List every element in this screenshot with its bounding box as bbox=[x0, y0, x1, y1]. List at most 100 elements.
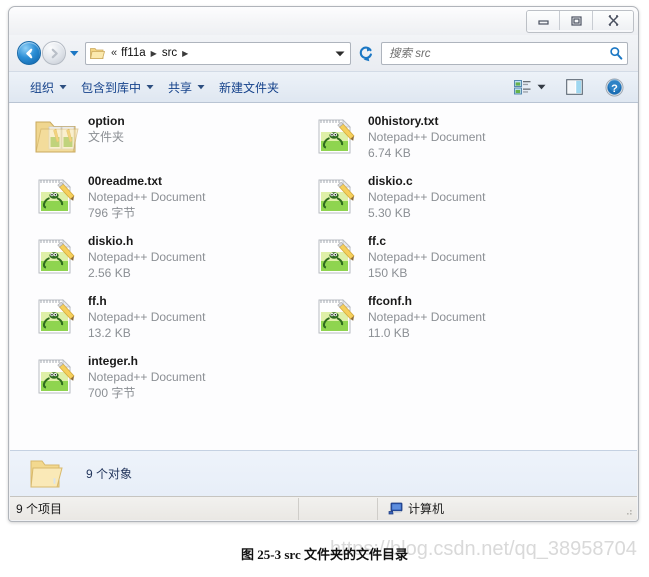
figure-caption: 图 25-3 src 文件夹的文件目录 bbox=[241, 547, 408, 562]
file-size: 2.56 KB bbox=[88, 266, 131, 280]
file-type: Notepad++ Document bbox=[368, 190, 486, 204]
view-options-button[interactable] bbox=[510, 78, 550, 97]
open-folder-icon bbox=[30, 460, 63, 487]
list-item[interactable]: ff.c Notepad++ Document 150 KB bbox=[312, 232, 577, 292]
forward-button[interactable] bbox=[42, 41, 66, 65]
list-item[interactable]: diskio.c Notepad++ Document 5.30 KB bbox=[312, 172, 577, 232]
computer-icon bbox=[388, 502, 403, 515]
list-item-meta: ffconf.h Notepad++ Document 11.0 KB bbox=[368, 292, 485, 341]
toolbar-item-organize-label: 组织 bbox=[30, 80, 55, 95]
preview-pane-icon bbox=[566, 79, 583, 95]
file-column-right: 00history.txt Notepad++ Document 6.74 KB bbox=[312, 112, 577, 352]
file-type: Notepad++ Document bbox=[88, 310, 206, 324]
notepadpp-file-icon bbox=[32, 232, 80, 280]
address-bar[interactable]: « ff11a ▶ src ▶ bbox=[85, 41, 351, 65]
breadcrumb-overflow-icon[interactable]: « bbox=[111, 47, 117, 59]
file-name: ff.c bbox=[368, 234, 386, 248]
list-item-meta: ff.h Notepad++ Document 13.2 KB bbox=[88, 292, 205, 341]
navigation-buttons bbox=[17, 41, 81, 65]
list-item-meta: ff.c Notepad++ Document 150 KB bbox=[368, 232, 485, 281]
file-size: 150 KB bbox=[368, 266, 408, 280]
breadcrumb-arrow-icon-1[interactable]: ▶ bbox=[182, 49, 188, 58]
resize-grip[interactable] bbox=[622, 505, 634, 517]
file-name: ffconf.h bbox=[368, 294, 412, 308]
breadcrumb-item-1[interactable]: src bbox=[162, 47, 177, 59]
address-folder-icon bbox=[90, 48, 106, 59]
svg-text:?: ? bbox=[611, 83, 618, 95]
explorer-window: « ff11a ▶ src ▶ 搜索 src 组织 包含到库中 共享 新建文件夹… bbox=[8, 6, 639, 522]
notepadpp-file-icon bbox=[312, 292, 360, 340]
toolbar-item-organize[interactable]: 组织 bbox=[23, 76, 74, 99]
file-type: Notepad++ Document bbox=[368, 310, 486, 324]
chevron-down-icon bbox=[146, 85, 154, 90]
list-item[interactable]: option 文件夹 bbox=[32, 112, 297, 172]
file-column-left: option 文件夹 00readme.txt Notepad++ Docume… bbox=[32, 112, 297, 412]
notepadpp-file-icon bbox=[312, 112, 360, 160]
notepadpp-file-icon bbox=[312, 232, 360, 280]
notepadpp-file-icon bbox=[32, 352, 80, 400]
minimize-button[interactable] bbox=[527, 11, 560, 30]
file-name: diskio.c bbox=[368, 174, 413, 188]
toolbar-item-new-folder[interactable]: 新建文件夹 bbox=[212, 76, 286, 99]
refresh-button[interactable] bbox=[354, 42, 376, 64]
file-size: 700 字节 bbox=[88, 386, 136, 400]
details-pane: 9 个对象 bbox=[10, 450, 637, 496]
file-list-area[interactable]: option 文件夹 00readme.txt Notepad++ Docume… bbox=[10, 103, 637, 450]
address-bar-row: « ff11a ▶ src ▶ 搜索 src bbox=[9, 35, 638, 71]
notepadpp-file-icon bbox=[32, 172, 80, 220]
search-icon[interactable] bbox=[609, 46, 623, 60]
toolbar-item-share[interactable]: 共享 bbox=[161, 76, 212, 99]
list-item[interactable]: ff.h Notepad++ Document 13.2 KB bbox=[32, 292, 297, 352]
notepadpp-file-icon bbox=[312, 172, 360, 220]
file-size: 5.30 KB bbox=[368, 206, 411, 220]
file-size: 6.74 KB bbox=[368, 146, 411, 160]
file-name: option bbox=[88, 114, 125, 128]
breadcrumb-item-0[interactable]: ff11a bbox=[121, 47, 146, 59]
list-item[interactable]: diskio.h Notepad++ Document 2.56 KB bbox=[32, 232, 297, 292]
recent-pages-button[interactable] bbox=[67, 42, 81, 64]
preview-pane-button[interactable] bbox=[562, 77, 587, 97]
breadcrumb-arrow-icon-0[interactable]: ▶ bbox=[151, 49, 157, 58]
file-size: 11.0 KB bbox=[368, 326, 410, 340]
status-location-label: 计算机 bbox=[408, 502, 445, 516]
search-input[interactable]: 搜索 src bbox=[389, 45, 609, 61]
status-divider bbox=[298, 497, 299, 520]
window-caption-buttons bbox=[526, 10, 634, 33]
list-item[interactable]: 00readme.txt Notepad++ Document 796 字节 bbox=[32, 172, 297, 232]
list-item[interactable]: integer.h Notepad++ Document 700 字节 bbox=[32, 352, 297, 412]
file-name: diskio.h bbox=[88, 234, 134, 248]
chevron-down-icon bbox=[537, 84, 546, 90]
toolbar-item-new-folder-label: 新建文件夹 bbox=[219, 80, 280, 95]
breadcrumb[interactable]: « ff11a ▶ src ▶ bbox=[109, 47, 332, 59]
file-type: Notepad++ Document bbox=[88, 250, 206, 264]
file-name: ff.h bbox=[88, 294, 107, 308]
close-button[interactable] bbox=[593, 11, 633, 30]
address-dropdown-icon[interactable] bbox=[332, 44, 347, 63]
toolbar-item-include-in-library[interactable]: 包含到库中 bbox=[74, 76, 161, 99]
status-bar: 9 个项目 计算机 bbox=[10, 496, 637, 520]
list-item-meta: diskio.c Notepad++ Document 5.30 KB bbox=[368, 172, 485, 221]
back-button[interactable] bbox=[17, 41, 41, 65]
help-button[interactable]: ? bbox=[601, 76, 628, 99]
details-object-count: 9 个对象 bbox=[86, 467, 133, 481]
file-type: Notepad++ Document bbox=[368, 250, 486, 264]
list-item-meta: integer.h Notepad++ Document 700 字节 bbox=[88, 352, 205, 401]
maximize-button[interactable] bbox=[560, 11, 593, 30]
toolbar-item-share-label: 共享 bbox=[168, 80, 193, 95]
status-location: 计算机 bbox=[378, 500, 444, 517]
list-item[interactable]: ffconf.h Notepad++ Document 11.0 KB bbox=[312, 292, 577, 352]
status-item-count: 9 个项目 bbox=[16, 502, 63, 516]
chevron-down-icon bbox=[197, 85, 205, 90]
view-options-icon bbox=[514, 79, 531, 94]
notepadpp-file-icon bbox=[32, 292, 80, 340]
list-item-meta: option 文件夹 bbox=[88, 112, 125, 145]
list-item-meta: 00readme.txt Notepad++ Document 796 字节 bbox=[88, 172, 205, 221]
list-item[interactable]: 00history.txt Notepad++ Document 6.74 KB bbox=[312, 112, 577, 172]
chevron-down-icon bbox=[59, 85, 67, 90]
file-type: 文件夹 bbox=[88, 130, 125, 144]
file-name: 00readme.txt bbox=[88, 174, 163, 188]
toolbar-item-include-in-library-label: 包含到库中 bbox=[81, 80, 142, 95]
file-type: Notepad++ Document bbox=[368, 130, 486, 144]
search-box[interactable]: 搜索 src bbox=[381, 41, 628, 65]
screenshot-root: « ff11a ▶ src ▶ 搜索 src 组织 包含到库中 共享 新建文件夹… bbox=[0, 0, 649, 577]
